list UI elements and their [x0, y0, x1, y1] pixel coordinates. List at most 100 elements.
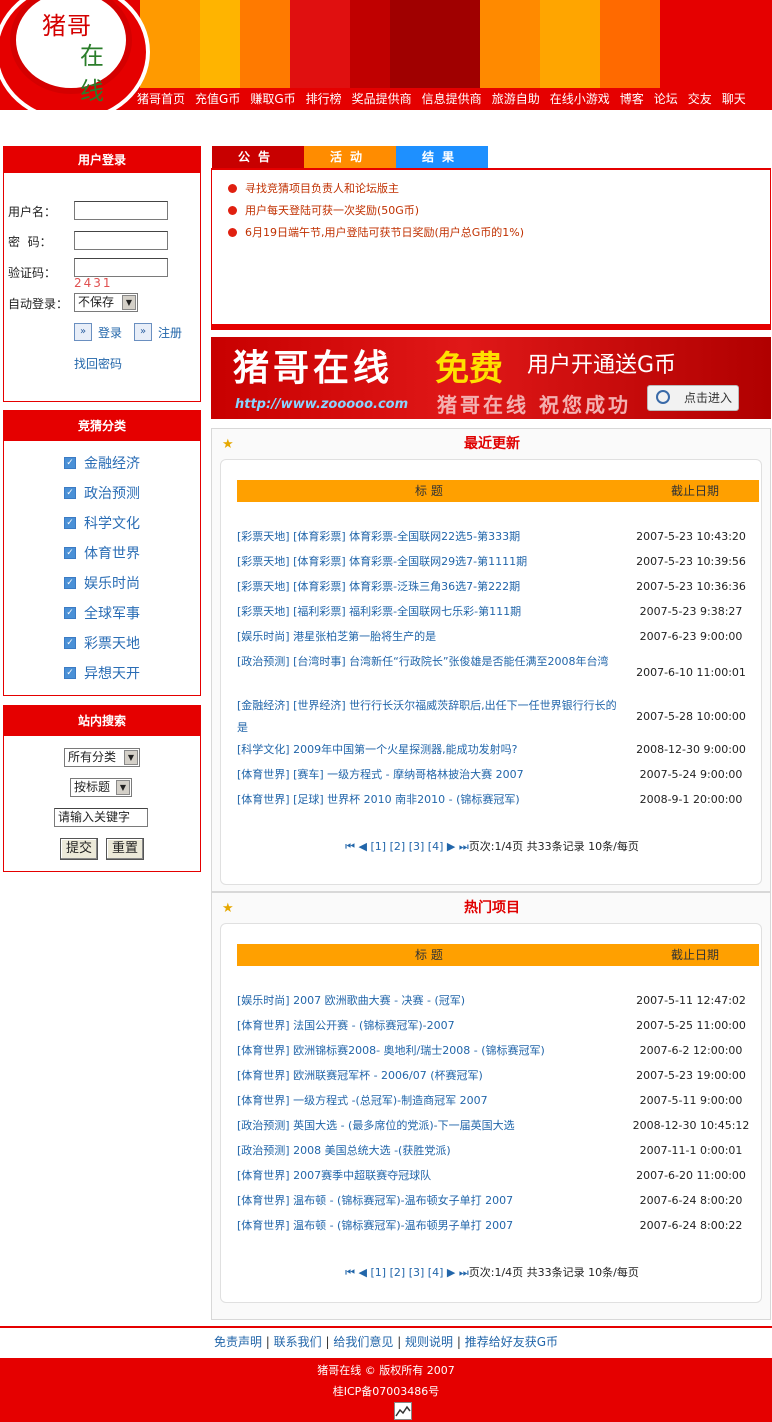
nav-item-chat[interactable]: 聊天: [717, 90, 751, 107]
checkbox-icon: ✓: [64, 547, 76, 559]
nav-item-prize-providers[interactable]: 奖品提供商: [347, 90, 417, 107]
password-input[interactable]: [74, 231, 168, 250]
stats-icon[interactable]: [394, 1402, 412, 1420]
first-page-icon[interactable]: ⏮: [345, 1266, 355, 1279]
footer-separator: |: [456, 1335, 465, 1349]
footer-link-feedback[interactable]: 给我们意见: [333, 1335, 393, 1349]
checkbox-icon: ✓: [64, 517, 76, 529]
next-page-icon[interactable]: ▶: [447, 840, 455, 853]
page-link[interactable]: [1]: [371, 840, 387, 853]
search-category-value: 所有分类: [68, 750, 117, 764]
tab-results[interactable]: 结果: [396, 146, 488, 168]
nav-item-info-providers[interactable]: 信息提供商: [417, 90, 487, 107]
banner-title: 猪哥在线: [233, 347, 394, 389]
category-box: 竞猜分类 ✓ 金融经济 ✓ 政治预测 ✓ 科学文化 ✓ 体育世界 ✓ 娱乐时尚 ✓ 全球军事…: [3, 410, 201, 696]
footer-bar: 猪哥在线 © 版权所有 2007 桂ICP备07003486号: [0, 1358, 772, 1422]
nav-item-travel[interactable]: 旅游自助: [487, 90, 545, 107]
category-item[interactable]: ✓ 体育世界: [64, 543, 140, 563]
category-item[interactable]: ✓ 娱乐时尚: [64, 573, 140, 593]
nav-item-forum[interactable]: 论坛: [649, 90, 683, 107]
notice-item[interactable]: 6月19日端午节,用户登陆可获节日奖励(用户总G币的1%): [228, 224, 524, 240]
prev-page-icon[interactable]: ◀: [359, 840, 367, 853]
bullet-icon: [228, 227, 237, 237]
search-reset-button[interactable]: 重置: [106, 838, 144, 860]
logo-text-2: 在线: [80, 42, 105, 105]
notice-panel: 寻找竞猜项目负责人和论坛版主 用户每天登陆可获一次奖励(50G币) 6月19日端…: [211, 168, 771, 330]
checkbox-icon: ✓: [64, 577, 76, 589]
tab-announcements[interactable]: 公告: [212, 146, 304, 168]
footer-link-recommend[interactable]: 推荐给好友获G币: [465, 1335, 558, 1349]
page-link[interactable]: [3]: [409, 1266, 425, 1279]
auto-login-value: 不保存: [78, 295, 115, 309]
search-submit-button[interactable]: 提交: [60, 838, 98, 860]
notice-item[interactable]: 寻找竞猜项目负责人和论坛版主: [228, 180, 399, 196]
main-nav: 猪哥首页 充值G币 赚取G币 排行榜 奖品提供商 信息提供商 旅游自助 在线小游…: [132, 88, 772, 108]
page-link[interactable]: [2]: [390, 1266, 406, 1279]
category-item[interactable]: ✓ 全球军事: [64, 603, 140, 623]
register-button-label: 注册: [158, 325, 183, 340]
search-icon: [656, 390, 670, 404]
login-button-label: 登录: [98, 325, 123, 340]
checkbox-icon: ✓: [64, 667, 76, 679]
footer-link-disclaimer[interactable]: 免责声明: [214, 1335, 262, 1349]
col-date-header: 截止日期: [671, 484, 720, 498]
icp-number[interactable]: 桂ICP备07003486号: [0, 1383, 772, 1399]
page-link[interactable]: [4]: [428, 840, 444, 853]
recent-updates-title: 最近更新: [464, 436, 520, 452]
last-page-icon[interactable]: ⏭: [459, 840, 469, 853]
notice-item[interactable]: 用户每天登陆可获一次奖励(50G币): [228, 202, 419, 218]
category-item[interactable]: ✓ 金融经济: [64, 453, 140, 473]
banner-url: http://www.zooooo.com: [235, 397, 409, 412]
login-button[interactable]: » 登录: [74, 323, 122, 341]
checkbox-icon: ✓: [64, 487, 76, 499]
search-keyword-input[interactable]: 请输入关键字: [54, 808, 148, 827]
next-page-icon[interactable]: ▶: [447, 1266, 455, 1279]
promo-banner[interactable]: 猪哥在线 免费 用户开通送G币 http://www.zooooo.com 猪哥…: [211, 337, 771, 419]
search-mode-select[interactable]: 按标题 ▼: [70, 778, 132, 797]
nav-item-ranking[interactable]: 排行榜: [301, 90, 347, 107]
pagination: ⏮ ◀ [1] [2] [3] [4] ▶ ⏭页次:1/4页 共33条记录 10…: [221, 838, 763, 854]
nav-item-games[interactable]: 在线小游戏: [545, 90, 615, 107]
banner-enter-button[interactable]: 点击进入: [647, 385, 739, 411]
username-label: 用户名：: [8, 205, 57, 219]
recover-password-link[interactable]: 找回密码: [74, 355, 122, 372]
captcha-input[interactable]: [74, 258, 168, 277]
nav-item-blog[interactable]: 博客: [615, 90, 649, 107]
page-link[interactable]: [2]: [390, 840, 406, 853]
pager-info: 页次:1/4页 共33条记录 10条/每页: [468, 840, 639, 853]
last-page-icon[interactable]: ⏭: [459, 1266, 469, 1279]
auto-login-label: 自动登录：: [8, 297, 69, 311]
username-input[interactable]: [74, 201, 168, 220]
nav-item-home[interactable]: 猪哥首页: [132, 90, 190, 107]
category-item[interactable]: ✓ 政治预测: [64, 483, 140, 503]
checkbox-icon: ✓: [64, 457, 76, 469]
category-item[interactable]: ✓ 异想天开: [64, 663, 140, 683]
register-button[interactable]: » 注册: [134, 323, 182, 341]
page-link[interactable]: [1]: [371, 1266, 387, 1279]
double-arrow-icon: »: [134, 323, 152, 341]
page-link[interactable]: [3]: [409, 840, 425, 853]
logo-badge[interactable]: 猪哥 在线: [0, 0, 150, 110]
nav-item-earn[interactable]: 赚取G币: [245, 90, 300, 107]
category-item[interactable]: ✓ 科学文化: [64, 513, 140, 533]
nav-item-friends[interactable]: 交友: [683, 90, 717, 107]
page: 猪哥 在线 猪哥首页 充值G币 赚取G币 排行榜 奖品提供商 信息提供商 旅游自…: [0, 0, 772, 1422]
nav-item-recharge[interactable]: 充值G币: [190, 90, 245, 107]
chevron-down-icon: ▼: [124, 750, 138, 765]
footer-link-contact[interactable]: 联系我们: [274, 1335, 322, 1349]
footer-link-rules[interactable]: 规则说明: [405, 1335, 453, 1349]
footer-links: 免责声明 | 联系我们 | 给我们意见 | 规则说明 | 推荐给好友获G币: [0, 1326, 772, 1356]
col-title-header: 标 题: [415, 948, 443, 962]
banner-enter-label: 点击进入: [684, 391, 733, 405]
tab-activities[interactable]: 活动: [304, 146, 396, 168]
page-link[interactable]: [4]: [428, 1266, 444, 1279]
prev-page-icon[interactable]: ◀: [359, 1266, 367, 1279]
double-arrow-icon: »: [74, 323, 92, 341]
category-item[interactable]: ✓ 彩票天地: [64, 633, 140, 653]
footer-separator: |: [265, 1335, 274, 1349]
bullet-icon: [228, 205, 237, 215]
recent-updates-table: 标 题 截止日期 [彩票天地] [体育彩票] 体育彩票-全国联网22选5-第33…: [220, 459, 762, 885]
auto-login-select[interactable]: 不保存 ▼: [74, 293, 138, 312]
first-page-icon[interactable]: ⏮: [345, 840, 355, 853]
search-category-select[interactable]: 所有分类 ▼: [64, 748, 140, 767]
